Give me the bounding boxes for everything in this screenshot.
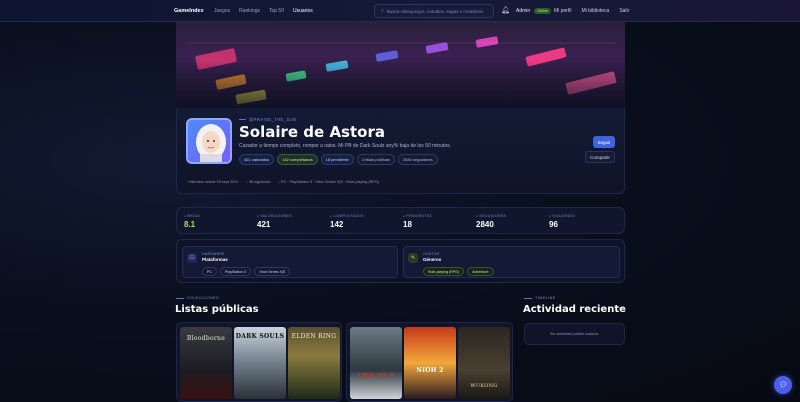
profile-meta: Miembro desde 03 sept 2021 96 siguiendo … [187, 180, 379, 184]
public-list-card[interactable]: LIES OF P NIOH 2 WUKONG [346, 322, 513, 402]
stats-bar: MEDIA 8.1 VALORACIONES 421 COMPLETADOS 1… [176, 207, 625, 234]
nav-link-salir[interactable]: Salir [619, 8, 629, 14]
cover-title: LIES OF P [357, 373, 395, 380]
stat-seguidores: SEGUIDORES 2840 [476, 214, 506, 229]
chip-completados: 142 completados [277, 154, 318, 165]
genre-tags: Role-playing (RPG) Adventure [423, 267, 494, 276]
preferences-panel: 🎮︎ HARDWARE Plataformas PC PlayStation 5… [176, 239, 625, 283]
genres-title: Géneros [423, 257, 442, 262]
stat-valoraciones: VALORACIONES 421 [257, 214, 292, 229]
gamepad-icon: 🎮︎ [187, 253, 197, 263]
stat-label: SIGUIENDO [549, 214, 575, 218]
user-name: Admin [516, 7, 531, 14]
chat-icon[interactable]: 💬︎ [774, 376, 792, 394]
status-badge: Online [534, 7, 552, 14]
stat-media: MEDIA 8.1 [184, 214, 200, 229]
genre-tag[interactable]: Role-playing (RPG) [423, 267, 465, 276]
profile-bio: Cazador a tiempo completo, romper a rato… [239, 143, 452, 149]
genre-tag[interactable]: Adventure [467, 267, 494, 276]
nav-links: Juegos Rankings Top 50 Usuarios [214, 8, 313, 14]
stat-siguiendo: SIGUIENDO 96 [549, 214, 575, 229]
stat-value: 421 [257, 220, 271, 229]
platform-tag[interactable]: Xbox Series X|S [254, 267, 291, 276]
profile-handle: @PRAISE_THE_SUN [239, 117, 296, 122]
profile-chips: 421 valorados 142 completados 18 pendien… [239, 154, 438, 165]
stat-value: 8.1 [184, 220, 196, 229]
nav-link-rankings[interactable]: Rankings [239, 8, 260, 14]
platform-tag[interactable]: PC [202, 267, 217, 276]
cover-title: ELDEN RING [291, 333, 337, 340]
search-input[interactable]: ⌕ Busca videojuegos, estudios, sagas o c… [374, 4, 494, 18]
lists-title: Listas públicas [175, 304, 259, 315]
stat-pendientes: PENDIENTES 18 [403, 214, 432, 229]
following-count: 96 siguiendo [247, 180, 271, 184]
genres-kicker: GUSTOS [423, 252, 440, 256]
top-nav: GameIndex Juegos Rankings Top 50 Usuario… [0, 0, 800, 22]
user-menu[interactable]: Admin Online [516, 7, 552, 14]
chip-seguidores: 2840 seguidores [398, 154, 438, 165]
game-cover[interactable]: LIES OF P [350, 327, 402, 399]
game-cover[interactable]: DARK SOULS [234, 327, 286, 399]
public-list-card[interactable]: Bloodborne DARK SOULS ELDEN RING [176, 322, 342, 402]
cover-title: WUKONG [470, 383, 498, 389]
brand-logo[interactable]: GameIndex [174, 8, 204, 14]
game-cover[interactable]: WUKONG [458, 327, 510, 399]
profile-banner [176, 22, 625, 118]
cover-title: NIOH 2 [416, 367, 444, 374]
search-icon: ⌕ [381, 8, 384, 14]
activity-kicker: TIMELINE [524, 296, 556, 300]
stat-label: SEGUIDORES [476, 214, 506, 218]
nav-link-usuarios[interactable]: Usuarios [293, 8, 313, 14]
activity-empty: Sin actividad pública todavía. [524, 323, 625, 345]
member-since: Miembro desde 03 sept 2021 [187, 180, 238, 184]
lists-kicker: COLECCIONES [176, 296, 219, 300]
tag-icon: ✎ [408, 253, 418, 263]
stat-label: COMPLETADOS [330, 214, 364, 218]
nav-link-mi-perfil[interactable]: Mi perfil [554, 8, 572, 14]
chip-listas: 3 listas públicas [356, 154, 395, 165]
platform-tag[interactable]: PlayStation 5 [220, 267, 252, 276]
stat-value: 96 [549, 220, 558, 229]
profile-name: Solaire de Astora [239, 123, 385, 141]
nav-link-top50[interactable]: Top 50 [269, 8, 284, 14]
game-cover[interactable]: NIOH 2 [404, 327, 456, 399]
stat-value: 2840 [476, 220, 494, 229]
share-button[interactable]: Compartir [585, 151, 615, 163]
genres-card: ✎ GUSTOS Géneros Role-playing (RPG) Adve… [403, 246, 620, 278]
stat-label: VALORACIONES [257, 214, 292, 218]
avatar [186, 118, 232, 164]
activity-title: Actividad reciente [523, 304, 626, 315]
bell-icon[interactable]: 🔔︎ [501, 6, 510, 14]
follow-button[interactable]: Seguir [593, 136, 615, 148]
profile-card: @PRAISE_THE_SUN Solaire de Astora Cazado… [176, 108, 625, 194]
platform-tags: PC PlayStation 5 Xbox Series X|S [202, 267, 291, 276]
stat-label: MEDIA [184, 214, 200, 218]
stat-completados: COMPLETADOS 142 [330, 214, 364, 229]
nav-link-mi-biblioteca[interactable]: Mi biblioteca [582, 8, 610, 14]
cover-title: Bloodborne [186, 335, 226, 342]
platforms-title: Plataformas [202, 257, 228, 262]
game-cover[interactable]: Bloodborne [180, 327, 232, 399]
game-cover[interactable]: ELDEN RING [288, 327, 340, 399]
stat-label: PENDIENTES [403, 214, 432, 218]
stat-value: 142 [330, 220, 344, 229]
cover-title: DARK SOULS [235, 333, 285, 340]
nav-link-juegos[interactable]: Juegos [214, 8, 230, 14]
search-placeholder: Busca videojuegos, estudios, sagas o cre… [386, 8, 484, 14]
platforms-card: 🎮︎ HARDWARE Plataformas PC PlayStation 5… [182, 246, 398, 278]
nav-right-links: Mi perfil Mi biblioteca Salir [554, 8, 629, 14]
stat-value: 18 [403, 220, 412, 229]
platforms-summary: PC · PlayStation 5 · Xbox Series X|S · R… [279, 180, 379, 184]
chip-valorados: 421 valorados [239, 154, 275, 165]
chip-pendiente: 18 pendiente [320, 154, 354, 165]
platforms-kicker: HARDWARE [202, 252, 225, 256]
